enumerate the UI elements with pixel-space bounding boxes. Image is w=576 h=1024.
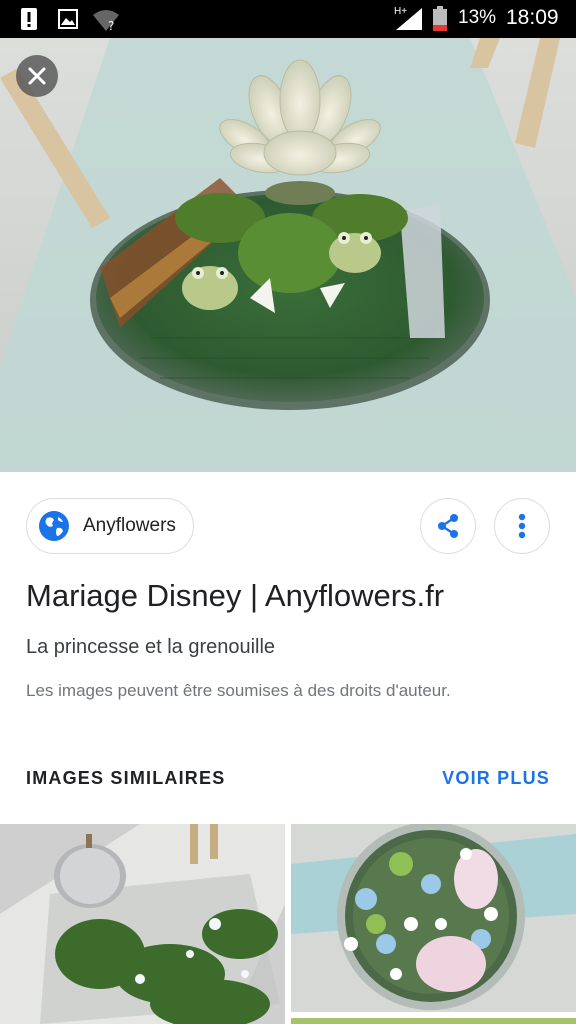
status-bar: ? H+ 13% 18:09 bbox=[0, 0, 576, 38]
wifi-question-icon: ? bbox=[93, 10, 119, 32]
similar-image-2-photo bbox=[291, 824, 576, 1012]
clock: 18:09 bbox=[506, 6, 559, 29]
similar-image-1[interactable] bbox=[0, 824, 285, 1024]
close-icon bbox=[28, 67, 46, 85]
preview-image[interactable] bbox=[0, 38, 576, 472]
battery-percent: 13% bbox=[458, 7, 497, 28]
result-subtitle: La princesse et la grenouille bbox=[26, 636, 276, 658]
battery-icon bbox=[433, 6, 447, 31]
centerpiece-photo bbox=[0, 38, 576, 472]
similar-images-heading: IMAGES SIMILAIRES bbox=[26, 768, 226, 788]
close-button[interactable] bbox=[16, 55, 58, 97]
alert-icon bbox=[21, 8, 37, 30]
more-options-button[interactable] bbox=[494, 498, 550, 554]
share-icon bbox=[438, 514, 458, 538]
similar-image-2[interactable] bbox=[291, 824, 576, 1012]
more-vert-icon bbox=[518, 513, 526, 539]
source-chip[interactable]: Anyflowers bbox=[26, 498, 194, 554]
globe-icon bbox=[39, 511, 69, 541]
similar-image-1-photo bbox=[0, 824, 285, 1024]
similar-image-4[interactable] bbox=[291, 1018, 576, 1024]
share-button[interactable] bbox=[420, 498, 476, 554]
signal-icon bbox=[396, 8, 422, 30]
copyright-notice: Les images peuvent être soumises à des d… bbox=[26, 681, 451, 700]
see-more-link[interactable]: VOIR PLUS bbox=[442, 768, 550, 789]
gallery-icon bbox=[58, 9, 78, 29]
svg-text:?: ? bbox=[108, 19, 114, 32]
source-name: Anyflowers bbox=[83, 515, 176, 536]
result-title[interactable]: Mariage Disney | Anyflowers.fr bbox=[26, 578, 444, 614]
